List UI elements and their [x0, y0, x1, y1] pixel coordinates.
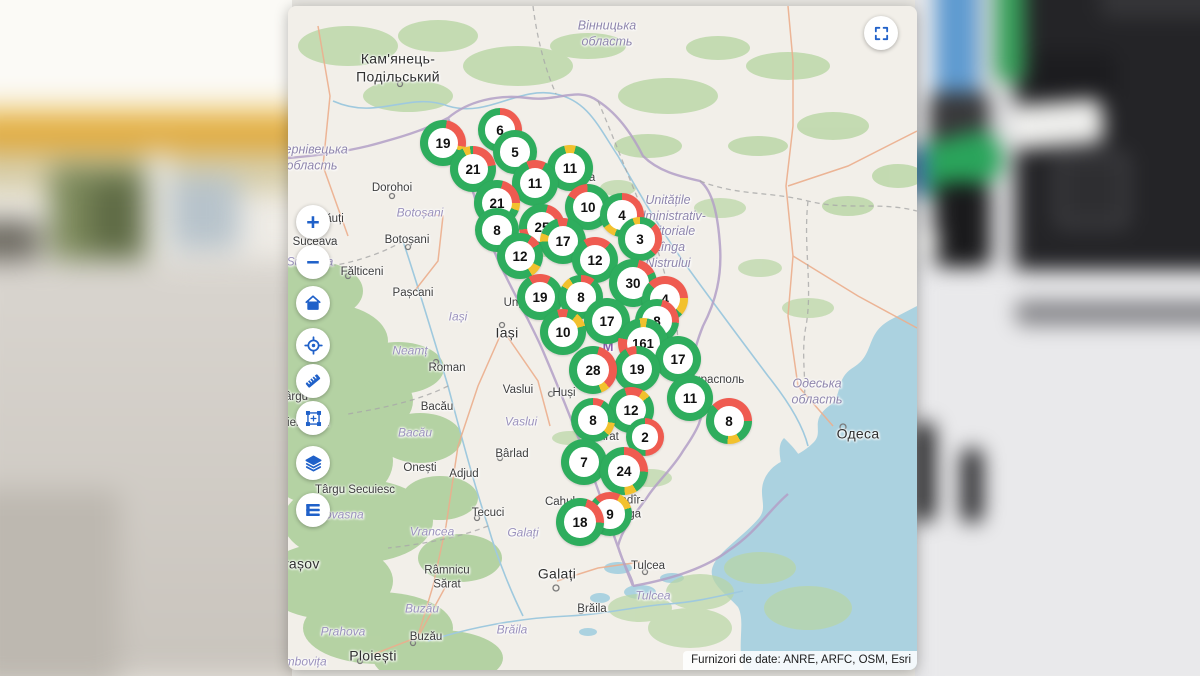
cluster-marker[interactable]: 12	[497, 233, 543, 279]
cluster-marker[interactable]: 3	[618, 217, 662, 261]
cluster-count: 19	[622, 354, 652, 384]
measure-area-button[interactable]	[296, 401, 330, 435]
cluster-count: 11	[675, 383, 705, 413]
cluster-marker[interactable]: 8	[571, 398, 615, 442]
layers-button[interactable]	[296, 446, 330, 480]
cluster-count: 11	[520, 168, 550, 198]
cluster-marker[interactable]: 28	[569, 346, 617, 394]
zoom-in-button[interactable]: +	[296, 205, 330, 239]
cluster-count: 8	[714, 406, 744, 436]
cluster-count: 11	[555, 153, 585, 183]
cluster-count: 10	[548, 317, 578, 347]
cluster-count: 8	[578, 405, 607, 434]
cluster-count: 10	[573, 192, 603, 222]
cluster-count: 12	[505, 241, 535, 271]
cluster-count: 2	[632, 424, 657, 449]
locate-button[interactable]	[296, 328, 330, 362]
cluster-count: 19	[525, 282, 555, 312]
home-button[interactable]	[296, 286, 330, 320]
cluster-count: 12	[580, 245, 610, 275]
cluster-count: 28	[577, 354, 609, 386]
cluster-marker[interactable]: 8	[706, 398, 752, 444]
cluster-count: 24	[608, 455, 640, 487]
cluster-count: 17	[663, 344, 693, 374]
cluster-count: 3	[625, 224, 654, 253]
measure-ruler-button[interactable]	[296, 364, 330, 398]
cluster-count: 18	[564, 506, 596, 538]
map-attribution: Furnizori de date: ANRE, ARFC, OSM, Esri	[683, 651, 917, 670]
cluster-marker[interactable]: 18	[556, 498, 604, 546]
cluster-count: 17	[592, 306, 622, 336]
zoom-out-button[interactable]: −	[296, 245, 330, 279]
legend-button[interactable]	[296, 493, 330, 527]
background-photo-left	[0, 0, 292, 676]
cluster-count: 19	[428, 128, 458, 158]
fullscreen-button[interactable]	[864, 16, 898, 50]
cluster-count: 7	[569, 447, 599, 477]
cluster-marker[interactable]: 24	[600, 447, 648, 495]
cluster-marker[interactable]: 10	[540, 309, 586, 355]
background-photo-right	[915, 0, 1200, 676]
cluster-count: 21	[458, 154, 488, 184]
cluster-marker[interactable]: 19	[614, 346, 660, 392]
map-panel: Вінницька областьКам'янець- ПодільськийЧ…	[288, 6, 917, 670]
